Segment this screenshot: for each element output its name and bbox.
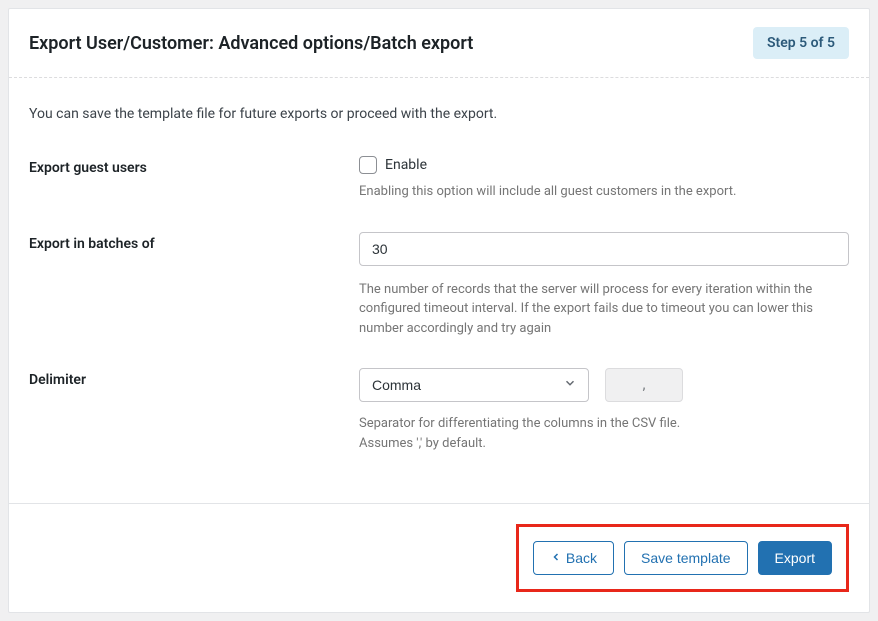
row-batches: Export in batches of The number of recor… <box>29 232 849 339</box>
help-batches: The number of records that the server wi… <box>359 280 819 339</box>
checkbox-label-guest: Enable <box>385 157 427 173</box>
export-button[interactable]: Export <box>758 541 832 575</box>
footer-highlight: Back Save template Export <box>516 524 849 592</box>
delimiter-preview: , <box>605 368 683 402</box>
select-wrap-delimiter <box>359 368 589 402</box>
back-label: Back <box>566 550 597 566</box>
card-footer: Back Save template Export <box>9 503 869 612</box>
row-guest-users: Export guest users Enable Enabling this … <box>29 156 849 202</box>
input-batches[interactable] <box>359 232 849 266</box>
export-label: Export <box>775 550 815 566</box>
help-delimiter: Separator for differentiating the column… <box>359 414 689 453</box>
label-delimiter: Delimiter <box>29 368 359 388</box>
save-template-button[interactable]: Save template <box>624 541 748 575</box>
label-batches: Export in batches of <box>29 232 359 252</box>
checkbox-guest-users[interactable] <box>359 156 377 174</box>
checkbox-row-guest: Enable <box>359 156 849 174</box>
step-badge: Step 5 of 5 <box>753 27 849 59</box>
intro-text: You can save the template file for futur… <box>29 106 849 122</box>
page-title: Export User/Customer: Advanced options/B… <box>29 33 473 54</box>
label-guest-users: Export guest users <box>29 156 359 176</box>
control-batches: The number of records that the server wi… <box>359 232 849 339</box>
export-card: Export User/Customer: Advanced options/B… <box>8 8 870 613</box>
card-header: Export User/Customer: Advanced options/B… <box>9 9 869 78</box>
back-button[interactable]: Back <box>533 541 614 575</box>
delimiter-inputs: , <box>359 368 849 402</box>
card-body: You can save the template file for futur… <box>9 78 869 503</box>
row-delimiter: Delimiter , Separator for differentiatin… <box>29 368 849 453</box>
help-guest-users: Enabling this option will include all gu… <box>359 182 849 202</box>
save-label: Save template <box>641 550 731 566</box>
control-delimiter: , Separator for differentiating the colu… <box>359 368 849 453</box>
select-delimiter[interactable] <box>359 368 589 402</box>
chevron-left-icon <box>550 550 562 566</box>
control-guest-users: Enable Enabling this option will include… <box>359 156 849 202</box>
